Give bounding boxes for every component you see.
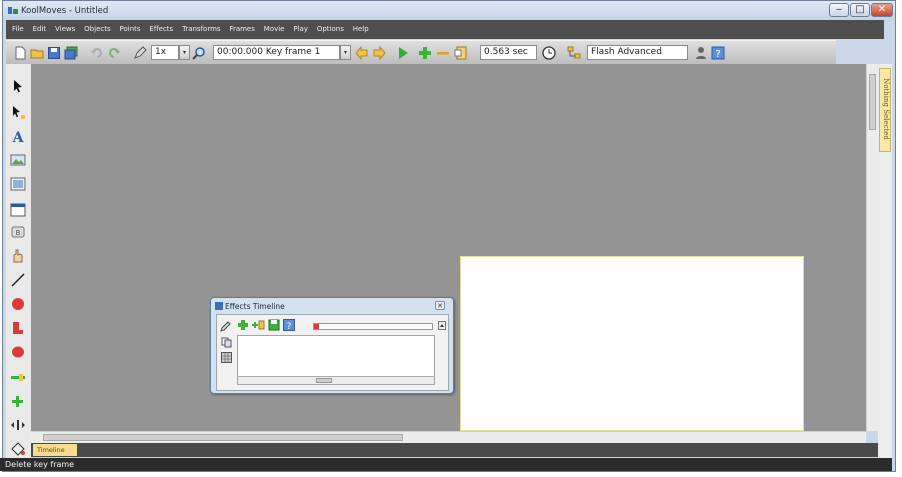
subselect-icon[interactable]: [10, 104, 26, 120]
ruler-playhead[interactable]: [314, 324, 319, 329]
menu-edit[interactable]: Edit: [33, 20, 47, 39]
effects-scroll-thumb[interactable]: [316, 378, 332, 383]
timeline-tab[interactable]: Timeline: [33, 444, 77, 456]
effects-window-icon: [215, 302, 223, 310]
effects-horizontal-scrollbar[interactable]: [237, 376, 435, 385]
effect-time-ruler[interactable]: [313, 323, 433, 330]
text-icon[interactable]: A: [10, 128, 26, 144]
export-target-field[interactable]: Flash Advanced: [587, 45, 688, 60]
pen-tool-icon[interactable]: [133, 46, 147, 60]
save-icon[interactable]: [47, 46, 61, 60]
tools-sidebar: A B: [6, 64, 31, 459]
koolmoves-logo-icon: [8, 7, 18, 14]
effect-save-icon[interactable]: [268, 319, 280, 331]
shape-icon[interactable]: [10, 320, 26, 336]
menu-play[interactable]: Play: [293, 20, 308, 39]
close-button[interactable]: ✕: [871, 3, 893, 17]
effect-help-icon[interactable]: ?: [283, 319, 295, 331]
svg-text:A: A: [12, 130, 25, 144]
title-bar[interactable]: KoolMoves - Untitled ‒ □ ✕: [3, 1, 895, 21]
menu-points[interactable]: Points: [120, 20, 141, 39]
hierarchy-icon[interactable]: [567, 46, 581, 60]
new-file-icon[interactable]: [13, 46, 27, 60]
effect-grid-icon[interactable]: [221, 352, 232, 363]
previous-frame-icon[interactable]: [355, 46, 369, 60]
delete-frame-icon[interactable]: [436, 46, 450, 60]
window-icon[interactable]: [10, 202, 26, 218]
movie-stage[interactable]: [460, 256, 804, 431]
bottom-panel-bar: Timeline: [31, 443, 878, 457]
button-icon[interactable]: B: [10, 224, 26, 240]
open-folder-icon[interactable]: [30, 46, 44, 60]
add-keyframe-effect-icon[interactable]: [251, 319, 265, 331]
vertical-scrollbar[interactable]: [866, 64, 878, 431]
nothing-selected-label: Nothing Selected: [882, 78, 890, 140]
frame-time-field[interactable]: 00:00.000 Key frame 1: [213, 45, 340, 60]
play-icon[interactable]: [396, 46, 410, 60]
effects-close-button[interactable]: ✕: [435, 301, 445, 310]
ellipse-icon[interactable]: [10, 344, 26, 360]
minimize-button[interactable]: ‒: [829, 3, 849, 17]
add-effect-icon[interactable]: [237, 319, 249, 331]
menu-effects[interactable]: Effects: [149, 20, 173, 39]
save-all-icon[interactable]: [64, 46, 78, 60]
menu-bar: File Edit Views Objects Points Effects T…: [6, 20, 884, 39]
effect-copy-icon[interactable]: [221, 337, 232, 348]
window-title: KoolMoves - Untitled: [21, 6, 109, 16]
horizontal-scrollbar[interactable]: [31, 431, 866, 443]
clock-icon[interactable]: [542, 46, 556, 60]
line-icon[interactable]: [10, 272, 26, 288]
nothing-selected-tab[interactable]: Nothing Selected: [879, 68, 891, 152]
menu-movie[interactable]: Movie: [264, 20, 285, 39]
svg-text:?: ?: [715, 49, 720, 60]
menu-frames[interactable]: Frames: [229, 20, 254, 39]
maximize-button[interactable]: □: [850, 3, 870, 17]
vertical-scroll-thumb[interactable]: [869, 74, 876, 130]
menu-file[interactable]: File: [12, 20, 24, 39]
effects-timeline-body: ?: [216, 314, 449, 391]
align-icon[interactable]: [10, 417, 26, 433]
add-icon[interactable]: [10, 394, 26, 410]
zoom-level-field[interactable]: 1x: [151, 45, 179, 60]
next-frame-icon[interactable]: [372, 46, 386, 60]
svg-text:B: B: [16, 229, 21, 237]
menu-views[interactable]: Views: [55, 20, 75, 39]
effects-timeline-window[interactable]: Effects Timeline ✕ ?: [210, 297, 454, 394]
slider-icon[interactable]: [10, 369, 26, 385]
status-bar: Delete key frame: [0, 458, 892, 471]
frame-properties-icon[interactable]: [454, 46, 468, 60]
paint-bucket-icon[interactable]: [10, 441, 26, 457]
undo-icon[interactable]: [90, 46, 104, 60]
duration-field[interactable]: 0.563 sec: [480, 45, 537, 60]
user-icon[interactable]: [694, 46, 708, 60]
zoom-dropdown-button[interactable]: ▾: [179, 45, 190, 60]
main-toolbar: 1x ▾ 00:00.000 Key frame 1 ▾ 0.563 sec F…: [6, 40, 836, 65]
menu-options[interactable]: Options: [317, 20, 344, 39]
zoom-magnifier-icon[interactable]: [192, 46, 206, 60]
redo-icon[interactable]: [107, 46, 121, 60]
menu-help[interactable]: Help: [353, 20, 369, 39]
effects-list[interactable]: [237, 335, 435, 377]
image-icon[interactable]: [10, 152, 26, 168]
help-icon[interactable]: ?: [711, 46, 725, 60]
ruler-expand-icon[interactable]: [438, 321, 446, 330]
effect-pencil-icon[interactable]: [220, 320, 232, 332]
svg-text:?: ?: [287, 322, 292, 331]
menu-transforms[interactable]: Transforms: [182, 20, 220, 39]
properties-panel: Nothing Selected: [878, 64, 892, 459]
circle-icon[interactable]: [10, 296, 26, 312]
menu-objects[interactable]: Objects: [84, 20, 110, 39]
add-frame-icon[interactable]: [418, 46, 432, 60]
horizontal-scroll-thumb[interactable]: [43, 434, 403, 441]
frame-dropdown-button[interactable]: ▾: [340, 45, 351, 60]
hand-icon[interactable]: [10, 248, 26, 264]
effects-timeline-title: Effects Timeline: [225, 302, 285, 311]
picture-icon[interactable]: [10, 176, 26, 192]
arrow-icon[interactable]: [10, 78, 26, 94]
